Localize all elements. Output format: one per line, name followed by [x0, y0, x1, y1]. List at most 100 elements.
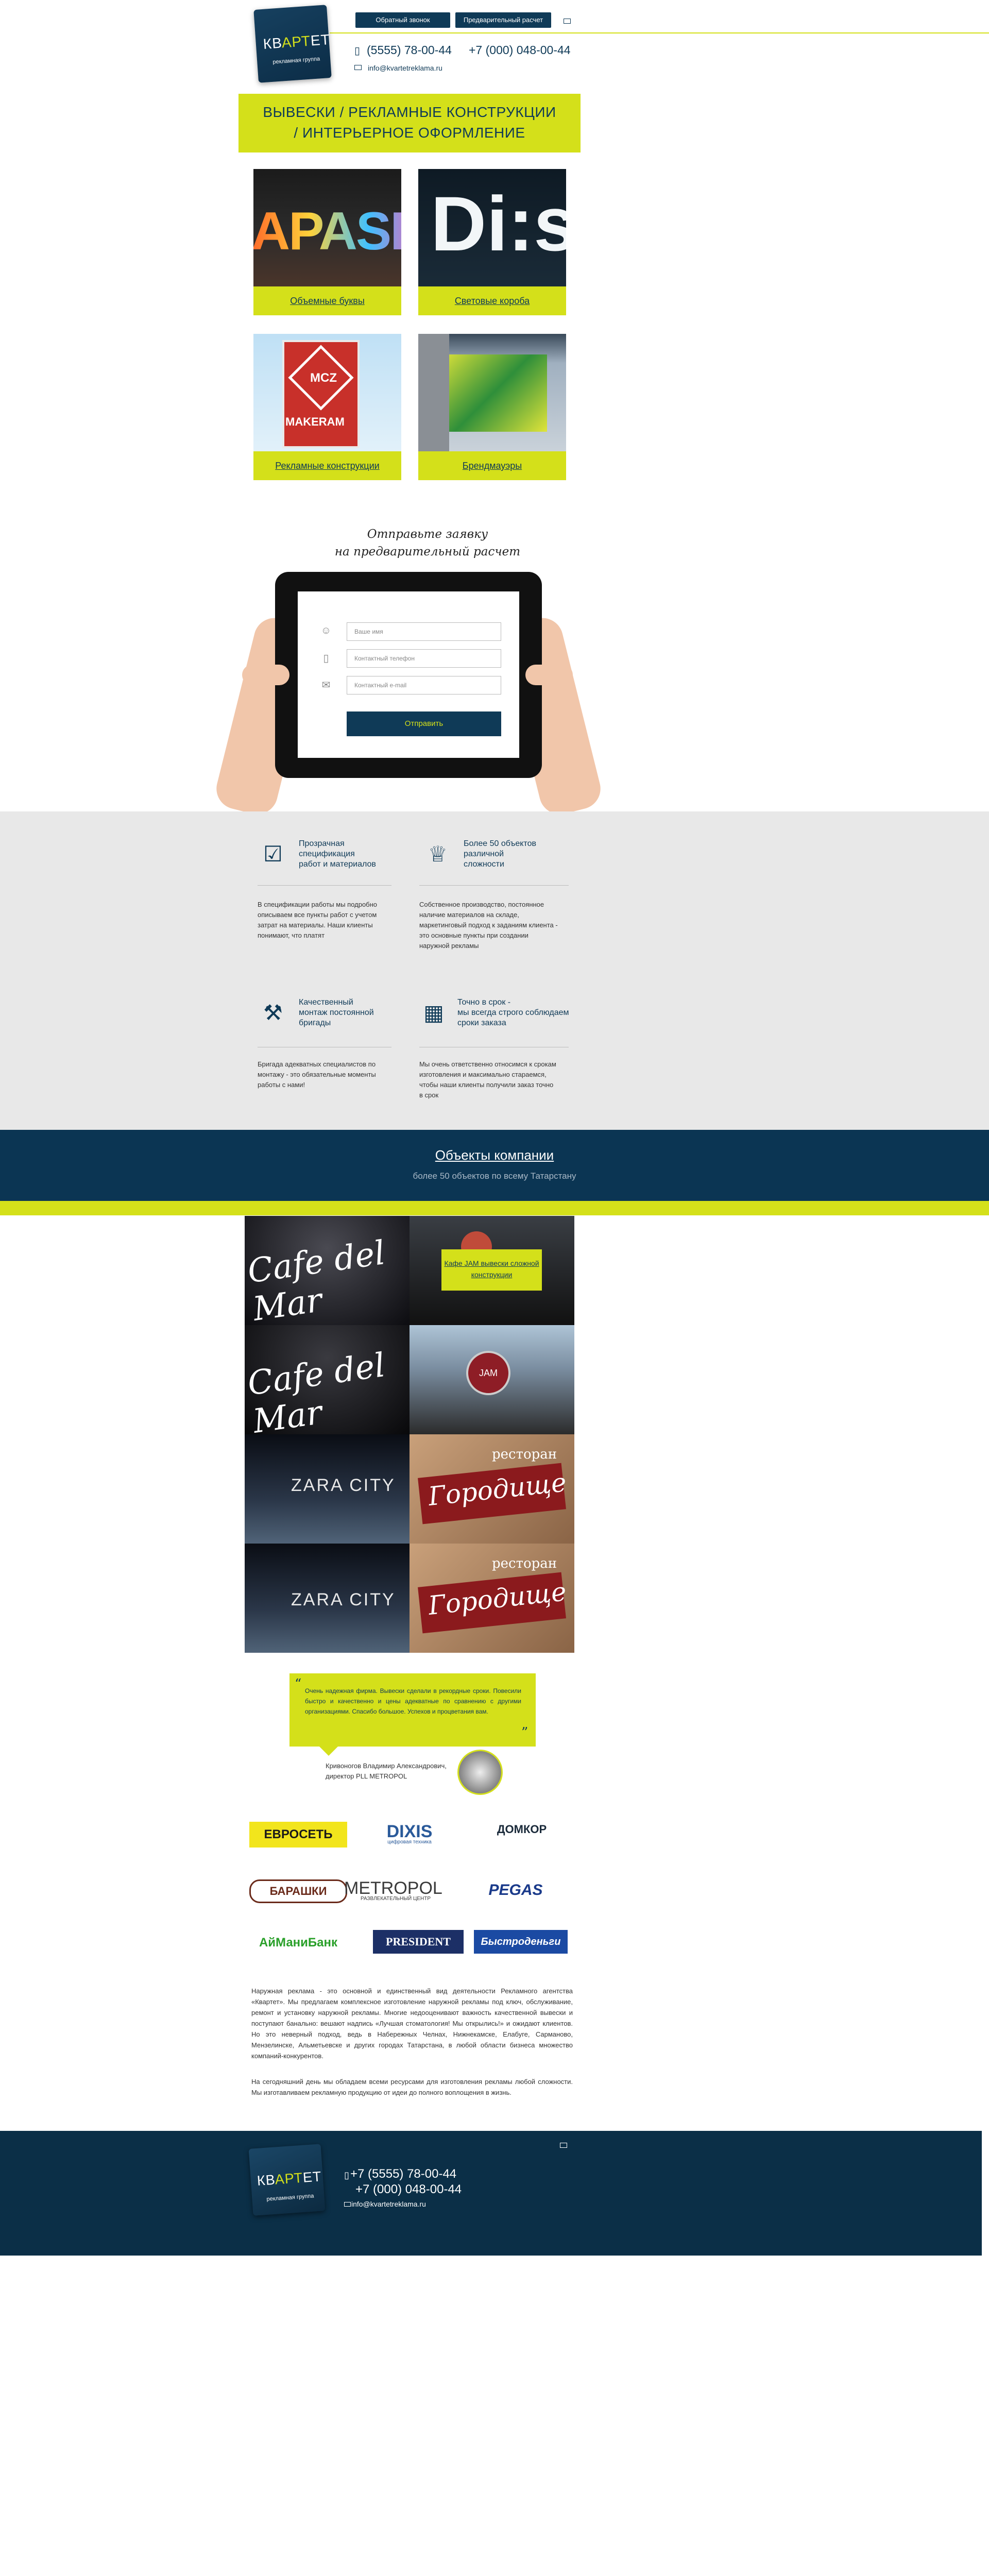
feature-3-text: Бригада адекватных специалистов по монта… [258, 1060, 376, 1089]
partner-logo[interactable]: PEGAS [467, 1877, 565, 1903]
object-photo[interactable]: ресторан Городище [410, 1434, 574, 1544]
calendar-icon: ▦ [423, 1001, 444, 1025]
banner-line-1: ВЫВЕСКИ / РЕКЛАМНЫЕ КОНСТРУКЦИИ [263, 104, 556, 120]
tile-ad-structures[interactable]: MCZ MAKERAM Рекламные конструкции [253, 334, 401, 480]
accent-strip [0, 1201, 989, 1215]
testimonial-text: Очень надежная фирма. Вывески сделали в … [305, 1687, 521, 1715]
logo[interactable]: КВАРТЕТ рекламная группа [253, 5, 332, 83]
feature-2-title: Более 50 объектов различной сложности [464, 839, 536, 870]
feature-title-line: монтаж постоянной [299, 1008, 374, 1017]
feature-title: Более 50 объектов различной сложности [464, 839, 536, 870]
partner-logo[interactable]: БАРАШКИ [249, 1879, 347, 1903]
page: КВАРТЕТ рекламная группа Обратный звонок… [0, 0, 989, 2576]
feature-title-line: сроки заказа [457, 1019, 506, 1027]
partner-logo[interactable]: PRESIDENT [373, 1930, 464, 1954]
services-banner: ВЫВЕСКИ / РЕКЛАМНЫЕ КОНСТРУКЦИИ / ИНТЕРЬ… [238, 94, 581, 152]
mobile-icon: ▯ [323, 653, 329, 664]
phone-field[interactable]: Контактный телефон [347, 649, 501, 668]
object-photo[interactable]: ZARA CITY [245, 1434, 410, 1544]
feature-title-line: спецификация [299, 850, 355, 858]
logo-subtitle: рекламная группа [272, 56, 320, 65]
objects-band: Объекты компании более 50 объектов по вс… [0, 1130, 989, 1201]
feature-title-line: мы всегда строго соблюдаем [457, 1008, 569, 1017]
footer-phone-1[interactable]: +7 (5555) 78-00-44 [350, 2167, 456, 2181]
object-photo[interactable]: ресторан Городище [410, 1544, 574, 1653]
mail-icon: ✉ [321, 680, 331, 691]
feature-title-line: работ и материалов [299, 860, 376, 869]
bubble-tail [319, 1747, 338, 1756]
email-field[interactable]: Контактный e-mail [347, 676, 501, 694]
testimonial-bubble: “ Очень надежная фирма. Вывески сделали … [289, 1673, 536, 1747]
envelope-icon[interactable] [560, 2143, 567, 2148]
testimonial-author: Кривоногов Владимир Александрович, дирек… [326, 1762, 447, 1780]
feature-title-line: различной [464, 850, 504, 858]
email-icon [354, 65, 362, 70]
phone-2[interactable]: +7 (000) 048-00-44 [469, 43, 571, 57]
feature-title: Прозрачная спецификация работ и материалов [299, 839, 376, 870]
partner-logo[interactable]: ЕВРОСЕТЬ [249, 1822, 347, 1848]
name-field[interactable]: Ваше имя [347, 622, 501, 641]
about-paragraph-1: Наружная реклама - это основной и единст… [251, 1987, 573, 2060]
tile-label[interactable]: Объемные буквы [253, 286, 401, 315]
object-photo[interactable]: Cafe del Mar [245, 1325, 410, 1434]
tile-lightboxes[interactable]: Di:s Световые короба [418, 169, 566, 315]
about-paragraph-2: На сегодняшний день мы обладаем всеми ре… [251, 2078, 573, 2096]
feature-title-line: сложности [464, 860, 504, 869]
feature-1-text: В спецификации работы мы подробно описыв… [258, 901, 378, 939]
tile-label[interactable]: Брендмауэры [418, 451, 566, 480]
calc-button[interactable]: Предварительный расчет [455, 12, 551, 28]
footer-logo-subtitle: рекламная группа [266, 2193, 314, 2202]
checklist-icon: ☑ [263, 842, 283, 866]
partner-logo[interactable]: Быстроденьги [474, 1930, 568, 1954]
tile-label[interactable]: Световые короба [418, 286, 566, 315]
tile-label[interactable]: Рекламные конструкции [253, 451, 401, 480]
feature-4-title: Точно в срок - мы всегда строго соблюдаем… [457, 997, 569, 1028]
quote-close-icon: ” [521, 1725, 528, 1740]
objects-subtitle: более 50 объектов по всему Татарстану [413, 1171, 576, 1181]
footer-logo-wordmark: КВАРТЕТ [256, 2168, 322, 2189]
submit-button[interactable]: Отправить [347, 711, 501, 736]
feature-title-line: Точно в срок - [457, 998, 511, 1007]
feature-title-line: бригады [299, 1019, 331, 1027]
footer-phone-2[interactable]: +7 (000) 048-00-44 [355, 2182, 462, 2197]
objects-title[interactable]: Объекты компании [0, 1147, 989, 1163]
form-title: Отправьте заявку на предварительный расч… [334, 528, 521, 558]
feature-2-text: Собственное производство, постоянное нал… [419, 901, 558, 950]
feature-title-line: Качественный [299, 998, 353, 1007]
feature-title: Качественный монтаж постоянной бригады [299, 997, 374, 1028]
header-email[interactable]: info@kvartetreklama.ru [368, 64, 442, 72]
partner-logo[interactable]: ДОМКОР [473, 1817, 571, 1842]
phone-icon: ▯ [344, 2170, 349, 2180]
tile-sign-text: Di:s [431, 180, 566, 267]
feature-4-text: Мы очень ответственно относимся к срокам… [419, 1060, 556, 1099]
avatar [457, 1750, 503, 1795]
tile-sign-text: APASH [253, 201, 401, 262]
callback-button[interactable]: Обратный звонок [355, 12, 450, 28]
tile-firewalls[interactable]: Брендмауэры [418, 334, 566, 480]
object-photo[interactable]: Cafe del Mar [245, 1216, 410, 1325]
banner-line-2: / ИНТЕРЬЕРНОЕ ОФОРМЛЕНИЕ [294, 125, 525, 141]
feature-3-title: Качественный монтаж постоянной бригады [299, 997, 374, 1028]
email-icon [344, 2202, 351, 2207]
tile-sign-text: MAKERAM [285, 415, 345, 428]
object-highlight-label[interactable]: Кафе JAM вывески сложной конструкции [441, 1249, 542, 1291]
phone-icon: ▯ [354, 45, 361, 57]
object-photo[interactable]: ZARA CITY [245, 1544, 410, 1653]
tile-volumetric-letters[interactable]: APASH Объемные буквы [253, 169, 401, 315]
phone-1[interactable]: (5555) 78-00-44 [367, 43, 452, 57]
footer [0, 2131, 982, 2256]
partner-logo[interactable]: АйМаниБанк [249, 1930, 347, 1956]
footer-logo[interactable]: КВАРТЕТ рекламная группа [248, 2144, 326, 2216]
header-accent-line [330, 32, 989, 33]
partner-logo[interactable]: DIXIS цифровая техника [361, 1819, 458, 1845]
partner-logo[interactable]: METROPOL РАЗВЛЕКАТЕЛЬНЫЙ ЦЕНТР [344, 1875, 442, 1902]
feature-title-line: Более 50 объектов [464, 839, 537, 848]
object-photo[interactable]: JAM [410, 1325, 574, 1434]
feature-1-title: Прозрачная спецификация работ и материалов [299, 839, 376, 870]
logo-wordmark: КВАРТЕТ [262, 31, 331, 52]
feature-title: Точно в срок - мы всегда строго соблюдаем… [457, 997, 569, 1028]
footer-email[interactable]: info@kvartetreklama.ru [351, 2200, 426, 2208]
quote-open-icon: “ [295, 1676, 302, 1692]
envelope-icon[interactable] [564, 19, 571, 24]
crane-icon: ⚒ [263, 1001, 283, 1025]
